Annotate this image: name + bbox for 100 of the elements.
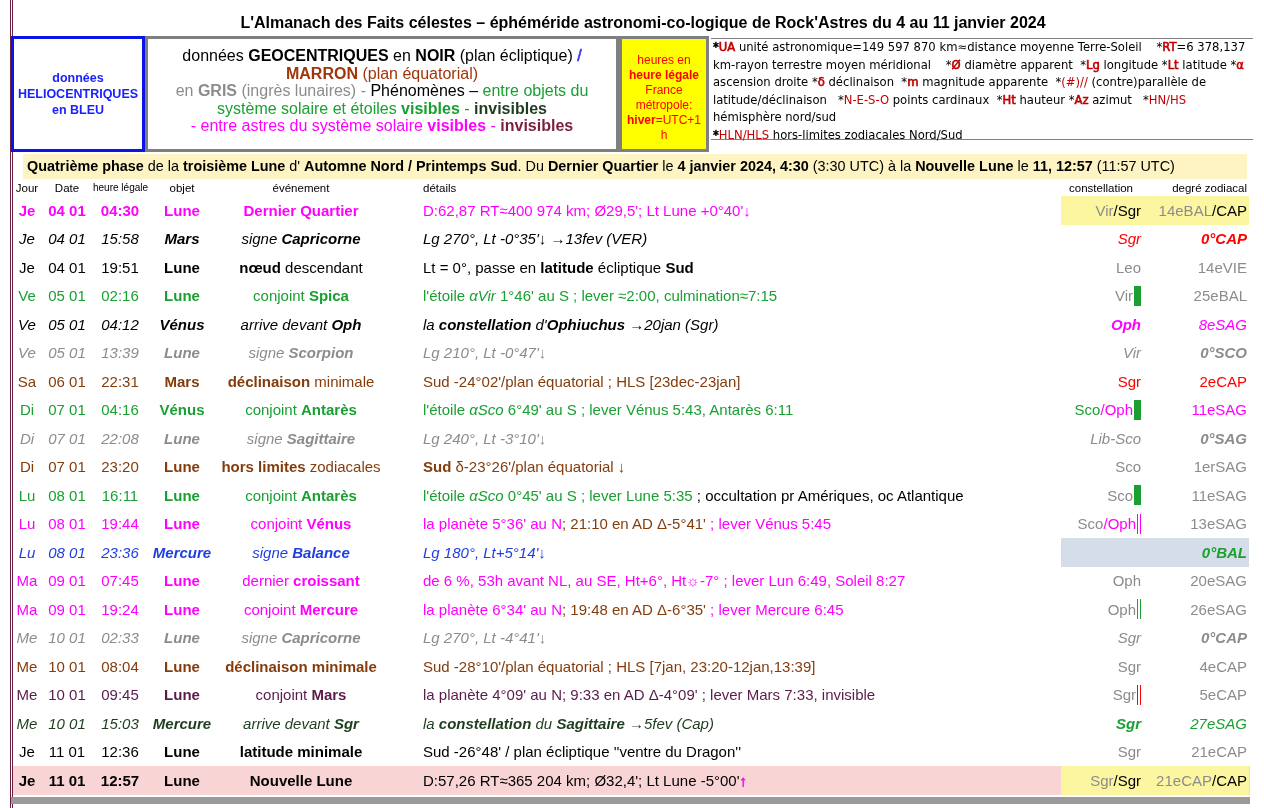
day-cell-text: Ve xyxy=(17,315,37,333)
object-cell-text: Mars xyxy=(163,230,201,248)
event-cell-text: signe Balance xyxy=(251,543,351,561)
details-cell-text: l'étoile αSco 6°49' au S ; lever Vénus 5:43, Antarès 6:11 xyxy=(422,401,795,419)
details-cell-text: D:57,26 RT≈365 204 km; Ø32,4'; Lt Lune -5°00'↑ xyxy=(422,771,749,789)
event-cell-text: conjoint Antarès xyxy=(244,486,358,504)
day-cell-text: Lu xyxy=(17,515,37,533)
event-cell-text: conjoint Antarès xyxy=(244,401,358,419)
constellation-cell-text: Sco xyxy=(1114,457,1141,478)
time-cell-text: 12:36 xyxy=(100,743,140,761)
time-cell-text: 02:16 xyxy=(100,287,140,305)
time-cell-text: 15:03 xyxy=(100,714,140,732)
event-cell-text: déclinaison minimale xyxy=(224,657,378,675)
time-cell-text: 12:57 xyxy=(99,771,141,789)
object-cell-text: Lune xyxy=(163,258,201,276)
details-cell-text: Lg 180°, Lt+5°14'↓ xyxy=(422,543,547,561)
object-cell-text: Mars xyxy=(163,372,201,390)
day-cell-text: Di xyxy=(18,401,36,419)
day-cell-text: Je xyxy=(18,258,36,276)
zodiac-degree-cell-text: 25eBAL xyxy=(1192,286,1248,307)
date-cell-text: 05 01 xyxy=(47,287,87,305)
constellation-cell-text: Oph xyxy=(1111,571,1141,592)
object-cell-text: Lune xyxy=(163,657,201,675)
day-cell-text: Lu xyxy=(17,486,37,504)
zodiac-degree-cell-text: 11eSAG xyxy=(1190,400,1248,421)
constellation-cell-text: Sgr xyxy=(1115,713,1141,734)
constellation-cell-text: Oph xyxy=(1110,314,1141,335)
column-header: Date xyxy=(53,181,81,194)
details-cell-text: Sud -28°10'/plan équatorial ; HLS [7jan, 23:20-12jan,13:39] xyxy=(422,657,817,675)
day-cell-text: Ve xyxy=(17,344,37,362)
details-cell-text: Lg 270°, Lt -0°35'↓ →13fev (VER) xyxy=(422,230,649,248)
event-cell-text: déclinaison minimale xyxy=(226,372,376,390)
constellation-cell-text: Sgr xyxy=(1116,371,1141,392)
date-cell-text: 10 01 xyxy=(47,657,87,675)
object-cell-text: Lune xyxy=(163,515,201,533)
constellation-cell-text: Sgr xyxy=(1116,742,1141,763)
day-cell-text: Me xyxy=(15,714,39,732)
constellation-cell-text: Sgr xyxy=(1116,628,1141,649)
time-legend: heures en heure légale France métropole: hiver=UTC+1 h xyxy=(619,36,709,152)
constellation-cell-text: Sgr xyxy=(1116,229,1141,250)
zodiac-degree-cell-text: 1erSAG xyxy=(1192,457,1248,478)
object-cell-text: Lune xyxy=(163,201,201,219)
event-cell-text: latitude minimale xyxy=(238,743,364,761)
object-cell-text: Vénus xyxy=(158,315,206,333)
details-cell-text: Lg 210°, Lt -0°47'↓ xyxy=(422,344,548,362)
date-cell-text: 04 01 xyxy=(47,201,87,219)
object-cell-text: Lune xyxy=(163,600,201,618)
object-cell-text: Lune xyxy=(163,771,201,789)
event-cell-text: signe Scorpion xyxy=(247,344,355,362)
details-cell-text: l'étoile αVir 1°46' au S ; lever ≈2:00, culmination≈7:15 xyxy=(422,287,779,305)
day-cell-text: Sa xyxy=(16,372,38,390)
details-cell-text: Lt = 0°, passe en latitude écliptique Sud xyxy=(422,258,695,276)
day-cell-text: Ve xyxy=(17,287,37,305)
event-cell-text: hors limites zodiacales xyxy=(220,458,382,476)
event-cell-text: conjoint Spica xyxy=(252,287,350,305)
time-cell-text: 22:08 xyxy=(100,429,140,447)
column-header: détails xyxy=(422,181,458,194)
object-cell-text: Lune xyxy=(163,486,201,504)
zodiac-degree-cell: 21eCAP/CAP xyxy=(1141,766,1249,795)
details-cell-text: Lg 270°, Lt -4°41'↓ xyxy=(422,629,548,647)
day-cell-text: Me xyxy=(15,657,39,675)
column-header: Jour xyxy=(14,181,40,194)
date-cell-text: 06 01 xyxy=(47,372,87,390)
date-cell-text: 08 01 xyxy=(47,486,87,504)
object-cell-text: Lune xyxy=(163,743,201,761)
day-cell-text: Di xyxy=(18,429,36,447)
time-cell-text: 07:45 xyxy=(100,572,140,590)
object-cell-text: Mercure xyxy=(151,714,213,732)
details-cell-text: la constellation d'Ophiuchus →20jan (Sgr) xyxy=(422,315,720,333)
time-cell-text: 08:04 xyxy=(100,657,140,675)
details-cell-text: Sud -26°48' / plan écliptique ''ventre du Dragon'' xyxy=(422,743,743,761)
day-cell-text: Ma xyxy=(15,572,39,590)
date-cell-text: 09 01 xyxy=(47,600,87,618)
object-cell-text: Lune xyxy=(163,629,201,647)
event-cell-text: arrive devant Sgr xyxy=(242,714,361,732)
object-cell-text: Lune xyxy=(163,458,201,476)
details-cell-text: l'étoile αSco 0°45' au S ; lever Lune 5:35 ; occultation pr Amériques, oc Atlantique xyxy=(422,486,965,504)
constellation-cell: Sco/Oph xyxy=(1061,509,1141,538)
object-cell-text: Lune xyxy=(163,572,201,590)
column-header: degré zodiacal xyxy=(1171,181,1248,194)
day-cell-text: Di xyxy=(18,458,36,476)
constellation-cell-text: Leo xyxy=(1114,257,1141,278)
time-cell-text: 02:33 xyxy=(100,629,140,647)
event-cell-text: signe Capricorne xyxy=(240,629,362,647)
zodiac-degree-cell-text: 21eCAP xyxy=(1190,742,1248,763)
date-cell-text: 08 01 xyxy=(47,543,87,561)
column-header: constellation xyxy=(1068,181,1134,194)
date-cell-text: 07 01 xyxy=(47,429,87,447)
date-cell-text: 08 01 xyxy=(47,515,87,533)
event-cell-text: Nouvelle Lune xyxy=(248,771,354,789)
time-cell-text: 04:16 xyxy=(100,401,140,419)
constellation-cell-text: Sgr xyxy=(1116,656,1141,677)
day-cell-text: Je xyxy=(18,743,36,761)
day-cell-text: Me xyxy=(15,686,39,704)
time-cell-text: 19:44 xyxy=(100,515,140,533)
object-cell-text: Lune xyxy=(163,287,201,305)
object-cell-text: Vénus xyxy=(158,401,206,419)
constellation-cell: Sco/Oph xyxy=(1061,395,1141,424)
time-cell-text: 04:30 xyxy=(99,201,141,219)
lunar-phase-banner: Quatrième phase de la troisième Lune d' Automne Nord / Printemps Sud. Du Dernier Quartier le 4 janvier 2024, 4:30 (3:30 UTC) à la Nouvelle Lune le 11, 12:57 (11:57 UTC) xyxy=(23,154,1247,179)
